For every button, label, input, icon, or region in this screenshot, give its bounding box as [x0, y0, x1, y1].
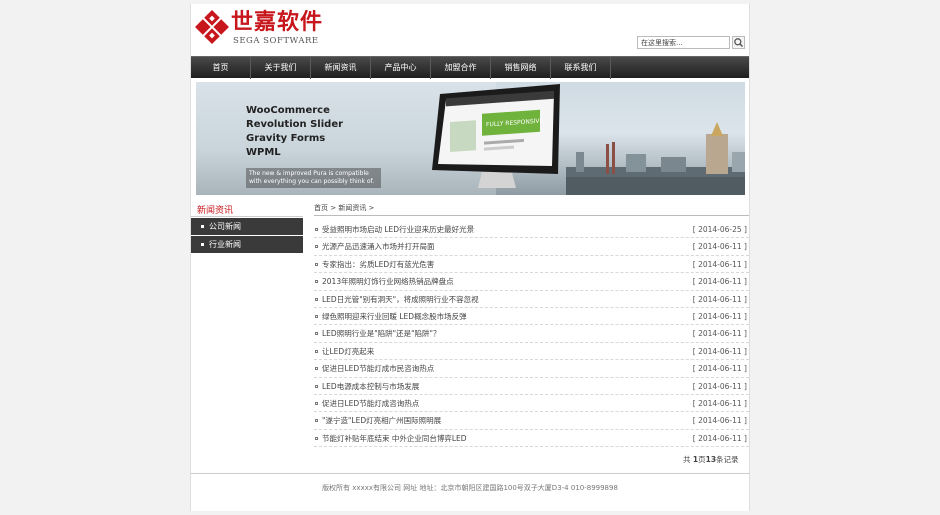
breadcrumb: 首页 > 新闻资讯 > — [314, 204, 375, 212]
list-item[interactable]: 专家指出：劣质LED灯有蓝光危害 [ 2014-06-11 ] — [314, 256, 749, 274]
footer-copyright: 版权所有 xxxxx有限公司 网址 地址：北京市朝阳区建国路100号双子大厦D3… — [322, 484, 618, 492]
nav-item-news[interactable]: 新闻资讯 — [311, 57, 371, 79]
square-bullet-icon — [315, 280, 318, 284]
banner-line: Revolution Slider — [246, 119, 344, 130]
main-nav: 首页 关于我们 新闻资讯 产品中心 加盟合作 销售网络 联系我们 — [191, 56, 749, 79]
breadcrumb-divider — [314, 215, 749, 216]
news-title[interactable]: 光源产品迅速涌入市场并打开局面 — [322, 238, 435, 255]
banner-feature-list: WooCommerce Revolution Slider Gravity Fo… — [246, 104, 343, 160]
logo-english-name: SEGA SOFTWARE — [233, 36, 319, 46]
list-item[interactable]: 促进日LED节能灯成咨询热点 [ 2014-06-11 ] — [314, 395, 749, 413]
news-date: [ 2014-06-11 ] — [692, 311, 747, 321]
news-date: [ 2014-06-11 ] — [692, 346, 747, 356]
nav-item-contact[interactable]: 联系我们 — [551, 57, 611, 79]
square-bullet-icon — [315, 228, 318, 231]
pager-mid: 页 — [698, 455, 706, 464]
search-button[interactable] — [732, 36, 745, 49]
news-date: [ 2014-06-11 ] — [692, 433, 747, 443]
news-title[interactable]: 专家指出：劣质LED灯有蓝光危害 — [322, 256, 434, 273]
monitor-image: FULLY RESPONSIVE — [432, 84, 560, 188]
list-item[interactable]: 受益照明市场启动 LED行业迎来历史最好光景 [ 2014-06-25 ] — [314, 221, 749, 239]
list-item[interactable]: 光源产品迅速涌入市场并打开局面 [ 2014-06-11 ] — [314, 238, 749, 256]
list-item[interactable]: 绿色照明迎来行业回暖 LED概念股市场反弹 [ 2014-06-11 ] — [314, 308, 749, 326]
news-title[interactable]: 绿色照明迎来行业回暖 LED概念股市场反弹 — [322, 308, 467, 325]
sidebar-item-company-news[interactable]: 公司新闻 — [191, 218, 303, 235]
square-bullet-icon — [315, 349, 318, 353]
pager-suffix: 条记录 — [716, 455, 739, 464]
page-container: 世嘉软件 SEGA SOFTWARE 首页 关于我们 新闻资讯 产品中心 加盟合… — [190, 4, 750, 511]
list-item[interactable]: LED电源成本控制与市场发展 [ 2014-06-11 ] — [314, 378, 749, 395]
news-date: [ 2014-06-11 ] — [692, 242, 747, 252]
news-title[interactable]: LED日光管"别有洞天"，将成照明行业不容忽视 — [322, 291, 479, 308]
pager-prefix: 共 — [683, 455, 691, 464]
news-date: [ 2014-06-25 ] — [692, 225, 747, 234]
square-bullet-icon — [315, 384, 318, 388]
logo-chinese-name: 世嘉软件 — [231, 10, 324, 35]
news-title[interactable]: "遂宁造"LED灯亮相广州国际照明展 — [322, 412, 441, 429]
sidebar-item-label: 行业新闻 — [209, 240, 241, 249]
news-title[interactable]: LED照明行业是"陷阱"还是"陷阱"？ — [322, 325, 441, 342]
news-title[interactable]: 节能灯补贴年底结束 中外企业同台博弈LED — [322, 430, 467, 447]
news-date: [ 2014-06-11 ] — [692, 329, 747, 339]
sidebar-menu: 公司新闻 行业新闻 — [191, 218, 303, 254]
square-bullet-icon — [315, 367, 318, 371]
banner-line: WooCommerce — [246, 105, 330, 116]
nav-item-home[interactable]: 首页 — [191, 57, 251, 79]
news-date: [ 2014-06-11 ] — [692, 277, 747, 287]
news-title[interactable]: 让LED灯亮起来 — [322, 343, 374, 360]
list-item[interactable]: LED日光管"别有洞天"，将成照明行业不容忽视 [ 2014-06-11 ] — [314, 291, 749, 308]
city-skyline-image — [566, 122, 745, 195]
square-bullet-icon — [315, 436, 318, 440]
banner-line: WPML — [246, 147, 281, 158]
sidebar-item-label: 公司新闻 — [209, 222, 241, 231]
sidebar-divider — [191, 216, 303, 217]
search-input[interactable] — [637, 36, 730, 49]
nav-item-franchise[interactable]: 加盟合作 — [431, 57, 491, 79]
list-item[interactable]: 让LED灯亮起来 [ 2014-06-11 ] — [314, 343, 749, 361]
site-logo[interactable]: 世嘉软件 SEGA SOFTWARE — [195, 9, 355, 51]
banner-line: Gravity Forms — [246, 133, 326, 144]
search-box — [637, 36, 745, 50]
news-date: [ 2014-06-11 ] — [692, 259, 747, 269]
news-title[interactable]: 促进日LED节能灯成市民咨询热点 — [322, 360, 434, 377]
square-bullet-icon — [315, 401, 318, 405]
square-bullet-icon — [315, 332, 318, 336]
news-date: [ 2014-06-11 ] — [692, 398, 747, 408]
list-item[interactable]: 节能灯补贴年底结束 中外企业同台博弈LED [ 2014-06-11 ] — [314, 430, 749, 448]
square-bullet-icon — [315, 262, 318, 266]
banner-caption: The new & improved Pura is compatible wi… — [246, 168, 381, 188]
news-date: [ 2014-06-11 ] — [692, 381, 747, 391]
nav-item-about[interactable]: 关于我们 — [251, 57, 311, 79]
list-item[interactable]: "遂宁造"LED灯亮相广州国际照明展 [ 2014-06-11 ] — [314, 412, 749, 430]
square-bullet-icon — [315, 245, 318, 249]
footer-divider — [191, 473, 749, 474]
square-bullet-icon — [315, 419, 318, 423]
news-date: [ 2014-06-11 ] — [692, 416, 747, 426]
square-bullet-icon — [315, 297, 318, 301]
square-bullet-icon — [201, 243, 204, 246]
square-bullet-icon — [201, 225, 204, 228]
list-item[interactable]: LED照明行业是"陷阱"还是"陷阱"？ [ 2014-06-11 ] — [314, 325, 749, 343]
list-item[interactable]: 促进日LED节能灯成市民咨询热点 [ 2014-06-11 ] — [314, 360, 749, 378]
logo-mark-icon — [195, 10, 229, 44]
news-title[interactable]: 受益照明市场启动 LED行业迎来历史最好光景 — [322, 221, 474, 238]
nav-item-sales[interactable]: 销售网络 — [491, 57, 551, 79]
search-icon — [734, 38, 744, 48]
news-title[interactable]: 2013年照明灯饰行业网络热销品牌盘点 — [322, 273, 454, 290]
news-date: [ 2014-06-11 ] — [692, 294, 747, 304]
sidebar-item-industry-news[interactable]: 行业新闻 — [191, 236, 303, 253]
hero-banner[interactable]: WooCommerce Revolution Slider Gravity Fo… — [196, 82, 745, 195]
news-title[interactable]: 促进日LED节能灯成咨询热点 — [322, 395, 419, 412]
nav-item-products[interactable]: 产品中心 — [371, 57, 431, 79]
square-bullet-icon — [315, 314, 318, 318]
pager-record-count: 13 — [705, 455, 717, 464]
sidebar-title: 新闻资讯 — [197, 206, 234, 216]
news-list: 受益照明市场启动 LED行业迎来历史最好光景 [ 2014-06-25 ] 光源产… — [314, 221, 749, 448]
list-item[interactable]: 2013年照明灯饰行业网络热销品牌盘点 [ 2014-06-11 ] — [314, 273, 749, 291]
news-date: [ 2014-06-11 ] — [692, 364, 747, 374]
news-title[interactable]: LED电源成本控制与市场发展 — [322, 378, 419, 395]
pagination-summary: 共 1页13条记录 — [683, 454, 739, 465]
